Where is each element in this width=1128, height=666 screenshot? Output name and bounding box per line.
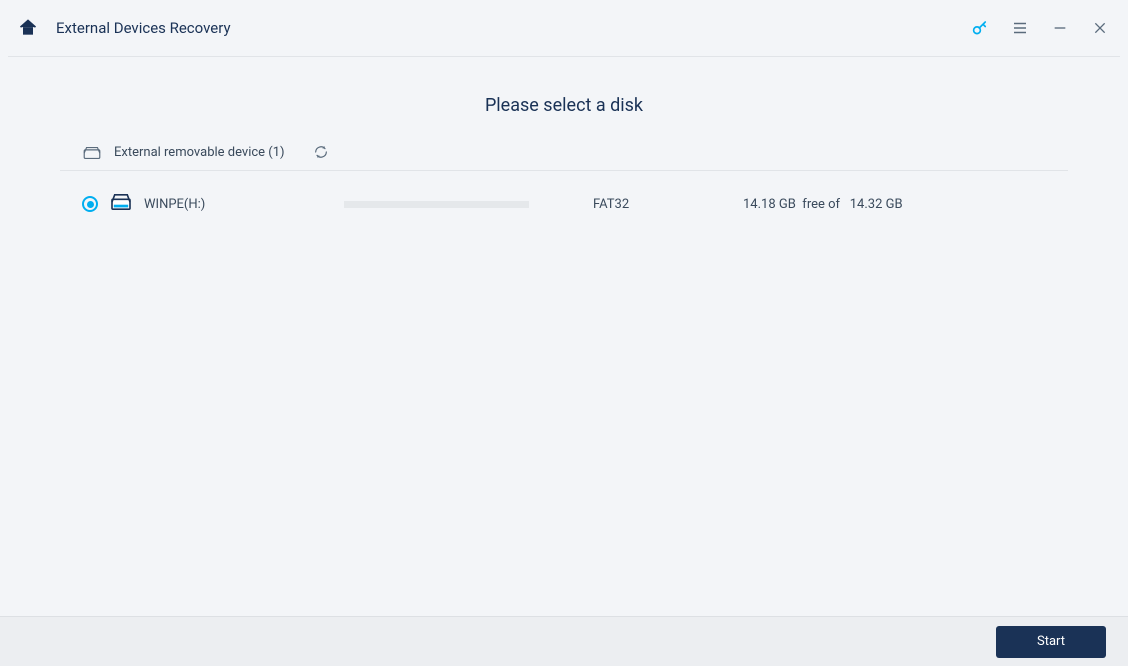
content-area: External removable device (1) WINPE(H:) … <box>60 136 1068 237</box>
free-of-label: free of <box>802 197 840 212</box>
page-title: External Devices Recovery <box>56 19 231 37</box>
section-header: External removable device (1) <box>60 136 1068 171</box>
free-size: 14.18 GB <box>743 197 796 212</box>
menu-icon[interactable] <box>1010 18 1030 38</box>
home-icon[interactable] <box>18 18 38 38</box>
minimize-icon[interactable] <box>1050 18 1070 38</box>
close-icon[interactable] <box>1090 18 1110 38</box>
start-button[interactable]: Start <box>996 626 1106 658</box>
refresh-icon[interactable] <box>313 144 329 160</box>
radio-inner <box>87 201 94 208</box>
external-device-icon <box>82 145 102 159</box>
header-left: External Devices Recovery <box>18 18 231 38</box>
footer: Start <box>0 616 1128 666</box>
key-icon[interactable] <box>970 18 990 38</box>
usage-bar <box>344 201 529 208</box>
drive-icon <box>110 193 132 215</box>
device-row[interactable]: WINPE(H:) FAT32 14.18 GB free of 14.32 G… <box>60 171 1068 237</box>
size-info: 14.18 GB free of 14.32 GB <box>743 197 903 212</box>
total-size: 14.32 GB <box>850 197 903 212</box>
drive-name: WINPE(H:) <box>144 197 344 212</box>
filesystem-label: FAT32 <box>593 197 683 212</box>
main-instruction: Please select a disk <box>0 95 1128 116</box>
device-radio[interactable] <box>82 196 98 212</box>
section-label: External removable device (1) <box>114 145 285 160</box>
header-right <box>970 18 1110 38</box>
header-divider <box>8 56 1120 57</box>
app-header: External Devices Recovery <box>0 0 1128 56</box>
